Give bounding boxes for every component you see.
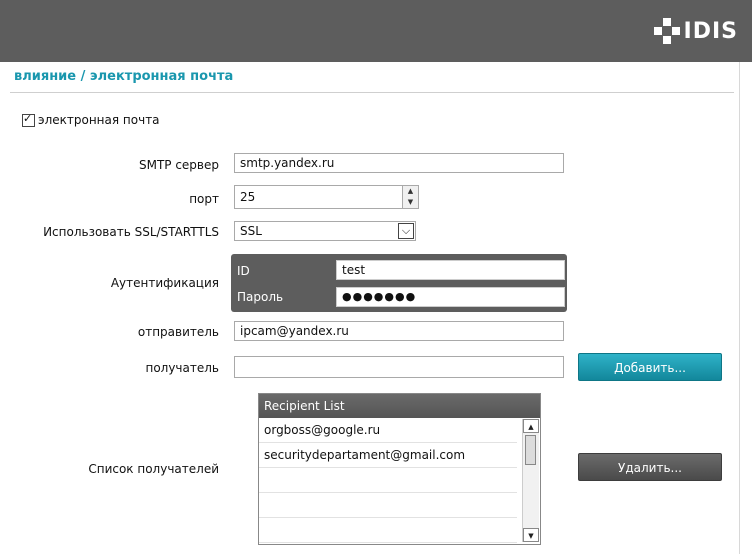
auth-password-label: Пароль (237, 290, 284, 304)
stepper-down-icon[interactable]: ▼ (403, 197, 418, 208)
recipient-list-header: Recipient List (259, 394, 540, 418)
recipient-list: Recipient List orgboss@google.ru securit… (258, 393, 541, 545)
chevron-down-icon[interactable]: ⌵ (398, 223, 414, 239)
page-title: влияние / электронная почта (14, 69, 234, 84)
auth-panel: ID test Пароль ●●●●●●● (231, 254, 567, 312)
scroll-up-icon[interactable]: ▲ (523, 419, 539, 433)
list-item[interactable] (259, 468, 517, 493)
email-enable-label: электронная почта (38, 113, 160, 127)
stepper-up-icon[interactable]: ▲ (403, 186, 418, 197)
email-enable-checkbox[interactable] (22, 112, 35, 127)
logo-mark-icon (653, 18, 680, 44)
logo-text: IDIS (683, 18, 738, 44)
smtp-server-input[interactable]: smtp.yandex.ru (234, 153, 564, 173)
list-item[interactable]: securitydepartament@gmail.com (259, 443, 517, 468)
scroll-down-icon[interactable]: ▼ (523, 528, 539, 542)
ssl-select[interactable]: SSL ⌵ (234, 221, 416, 241)
list-item[interactable]: orgboss@google.ru (259, 418, 517, 443)
recipient-input[interactable] (234, 356, 564, 378)
auth-id-label: ID (237, 264, 250, 278)
smtp-label: SMTP сервер (138, 158, 219, 172)
auth-id-input[interactable]: test (336, 260, 565, 280)
add-recipient-button[interactable]: Добавить... (578, 353, 722, 381)
title-divider (10, 92, 734, 93)
auth-password-input[interactable]: ●●●●●●● (336, 287, 565, 307)
recipient-label: получатель (145, 361, 219, 375)
auth-label: Аутентификация (110, 276, 219, 290)
list-item[interactable] (259, 518, 517, 543)
top-bar: IDIS (0, 0, 752, 62)
ssl-selected-value: SSL (240, 224, 262, 238)
delete-recipient-button[interactable]: Удалить... (578, 453, 722, 481)
list-item[interactable] (259, 493, 517, 518)
port-stepper[interactable]: ▲ ▼ (402, 185, 419, 209)
recipients-list-label: Список получателей (88, 462, 219, 476)
sender-label: отправитель (137, 325, 219, 339)
idis-logo: IDIS (653, 14, 738, 48)
scroll-thumb[interactable] (525, 435, 536, 465)
ssl-label: Использовать SSL/STARTTLS (43, 225, 219, 239)
port-label: порт (189, 192, 219, 206)
right-edge-panel (739, 62, 752, 554)
email-enable-row[interactable]: электронная почта (22, 112, 160, 127)
port-input[interactable]: 25 (234, 185, 404, 209)
sender-input[interactable]: ipcam@yandex.ru (234, 321, 564, 341)
recipient-list-scrollbar[interactable]: ▲ ▼ (522, 419, 539, 542)
